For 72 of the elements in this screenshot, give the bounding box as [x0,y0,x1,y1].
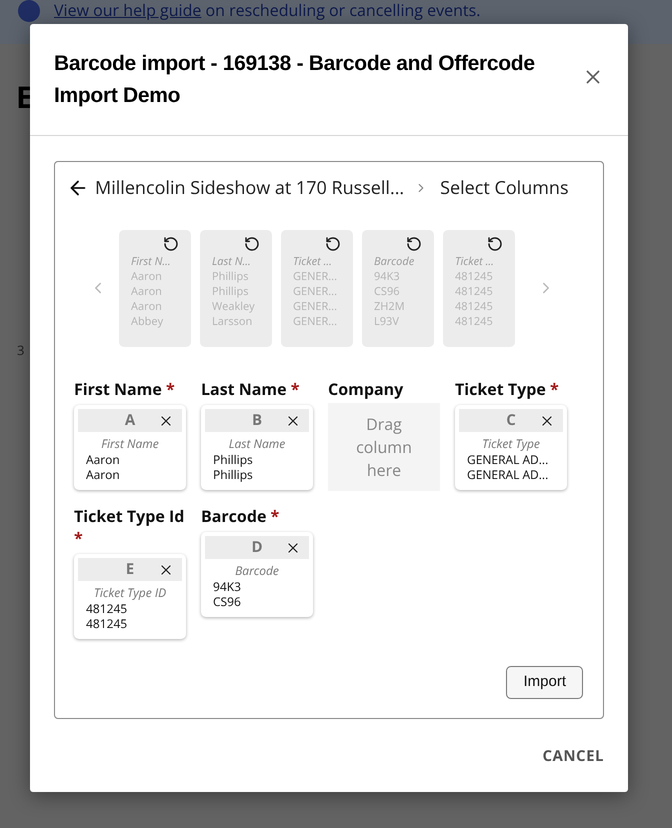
column-letter: E [126,558,134,581]
source-sample-value: Aaron [131,268,163,284]
section-count: 3 [17,341,26,360]
field-label: First Name * [74,378,176,400]
sample-value: 94K3 [213,579,242,594]
source-sample-value: 481245 [455,268,494,284]
source-sample-value: Aaron [131,284,163,298]
source-column-chip[interactable]: First N... Aaron Aaron Aaron Abbey [119,230,191,346]
source-sample-value: GENER... [293,268,338,284]
column-header: Last Name [228,435,286,452]
sample-value: GENERAL AD... [467,467,550,482]
reset-icon[interactable] [163,236,179,252]
field-label: Ticket Type Id * [74,505,186,549]
source-sample-value: Abbey [131,314,164,328]
column-letter: C [506,409,516,432]
column-letter: B [252,409,262,432]
sample-value: GENERAL AD... [467,452,550,467]
field-label: Company [328,378,404,400]
source-column-header: Barcode [374,254,416,268]
sample-value: CS96 [213,594,242,609]
column-header: Barcode [234,562,280,579]
field-label: Last Name * [201,378,300,400]
source-sample-value: 481245 [455,314,494,328]
column-header: First Name [100,435,160,452]
sample-value: Aaron [86,467,121,482]
source-sample-value: 94K3 [374,268,401,284]
source-column-chip[interactable]: Last N... Phillips Phillips Weakley Larsson [200,230,272,346]
help-link[interactable]: View our help guide [54,0,202,21]
help-icon [18,0,40,22]
field-label: Barcode * [201,505,280,527]
reset-icon[interactable] [406,236,422,252]
source-sample-value: ZH2M [374,298,406,314]
source-column-header: Last N... [212,254,252,268]
import-button[interactable]: Import [506,666,583,699]
source-sample-value: Aaron [131,298,163,314]
column-header: Ticket Type ID [92,584,168,601]
source-column-header: First N... [131,254,172,268]
breadcrumb-event[interactable]: Millencolin Sideshow at 170 Russell... [95,174,404,202]
help-text: on rescheduling or cancelling events. [206,0,480,21]
dialog-title: Barcode import - 169138 - Barcode and Offercode Import Demo [54,51,536,109]
source-sample-value: Phillips [212,284,250,298]
column-header: Ticket Type [481,435,541,452]
column-letter: D [251,536,263,559]
source-sample-value: GENER... [293,314,338,328]
source-sample-value: 481245 [455,284,494,298]
source-sample-value: Larsson [212,314,254,328]
source-column-header: Ticket ... [455,254,495,268]
sample-value: Aaron [86,452,121,467]
breadcrumb-step: Select Columns [440,174,569,202]
page-heading: E [16,76,33,117]
source-column-header: Ticket ... [293,254,333,268]
source-column-chip[interactable]: Ticket ... 481245 481245 481245 481245 [443,230,515,346]
source-column-chip[interactable]: Ticket ... GENER... GENER... GENER... GENER... [281,230,353,346]
source-sample-value: 481245 [455,298,494,314]
sample-value: Phillips [213,452,254,467]
source-sample-value: Phillips [212,268,250,284]
column-letter: A [124,409,136,432]
reset-icon[interactable] [487,236,503,252]
cancel-button[interactable]: CANCEL [542,745,604,768]
sample-value: Phillips [213,467,254,482]
source-sample-value: GENER... [293,284,338,298]
source-sample-value: L93V [374,314,400,328]
reset-icon[interactable] [325,236,341,252]
source-sample-value: GENER... [293,298,338,314]
reset-icon[interactable] [244,236,260,252]
source-sample-value: CS96 [374,284,401,298]
field-label: Ticket Type * [455,378,560,400]
sample-value: 481245 [86,616,128,631]
drop-zone[interactable]: Drag column here [328,403,440,491]
source-sample-value: Weakley [212,298,256,314]
source-column-chip[interactable]: Barcode 94K3 CS96 ZH2M L93V [362,230,434,346]
sample-value: 481245 [86,601,128,616]
